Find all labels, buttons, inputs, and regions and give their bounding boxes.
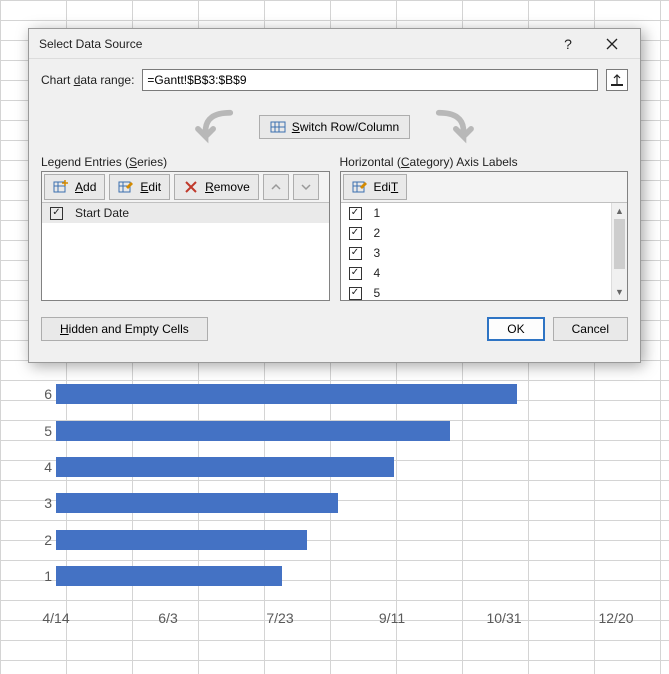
gantt-bar-chart[interactable]: 6 5 4 3 2 1 4/14 6/3 7/23 9/11 10/31 12/20 xyxy=(30,372,634,634)
y-axis-labels: 6 5 4 3 2 1 xyxy=(30,376,52,594)
scroll-down-button[interactable]: ▼ xyxy=(612,284,627,300)
edit-icon xyxy=(118,179,134,195)
chart-bar[interactable] xyxy=(56,457,394,477)
move-up-button[interactable] xyxy=(263,174,289,200)
axis-labels-panel: EdiT ✓1✓2✓3✓4✓5 ▲ ▼ xyxy=(340,171,629,301)
checkbox[interactable]: ✓ xyxy=(349,227,362,240)
edit-icon xyxy=(352,179,368,195)
list-item-label: 5 xyxy=(374,286,381,300)
move-down-button[interactable] xyxy=(293,174,319,200)
arrow-right-icon xyxy=(418,108,488,146)
ok-button[interactable]: OK xyxy=(487,317,544,341)
checkbox[interactable]: ✓ xyxy=(349,247,362,260)
arrow-left-icon xyxy=(181,108,251,146)
chart-data-range-input[interactable] xyxy=(142,69,598,91)
y-tick-label: 6 xyxy=(44,386,52,402)
checkbox[interactable]: ✓ xyxy=(349,267,362,280)
x-tick-label: 9/11 xyxy=(379,610,405,626)
list-item[interactable]: ✓4 xyxy=(341,263,628,283)
edit-axis-labels-button[interactable]: EdiT xyxy=(343,174,408,200)
chevron-down-icon xyxy=(298,179,314,195)
y-tick-label: 1 xyxy=(44,568,52,584)
checkbox[interactable]: ✓ xyxy=(349,287,362,300)
y-tick-label: 4 xyxy=(44,459,52,475)
hidden-empty-cells-button[interactable]: Hidden and Empty Cells xyxy=(41,317,208,341)
scroll-thumb[interactable] xyxy=(614,219,625,269)
y-tick-label: 2 xyxy=(44,532,52,548)
axis-labels-header: Horizontal (Category) Axis Labels xyxy=(340,155,629,169)
switch-row-column-button[interactable]: Switch Row/Column xyxy=(259,115,410,139)
list-item[interactable]: ✓1 xyxy=(341,203,628,223)
chart-data-range-label: Chart data range: xyxy=(41,73,134,87)
chart-bar[interactable] xyxy=(56,566,282,586)
dialog-title: Select Data Source xyxy=(39,37,546,51)
edit-series-button[interactable]: Edit xyxy=(109,174,170,200)
checkbox[interactable]: ✓ xyxy=(349,207,362,220)
switch-icon xyxy=(270,119,286,135)
legend-entries-panel: Add Edit Remove xyxy=(41,171,330,301)
remove-series-button[interactable]: Remove xyxy=(174,174,259,200)
y-tick-label: 3 xyxy=(44,495,52,511)
x-tick-label: 12/20 xyxy=(598,610,633,626)
scrollbar[interactable]: ▲ ▼ xyxy=(611,203,627,300)
list-item[interactable]: ✓3 xyxy=(341,243,628,263)
chevron-up-icon xyxy=(268,179,284,195)
axis-labels-list[interactable]: ✓1✓2✓3✓4✓5 ▲ ▼ xyxy=(341,203,628,300)
chart-plot-area xyxy=(56,376,616,594)
chart-bar[interactable] xyxy=(56,384,517,404)
x-tick-label: 10/31 xyxy=(486,610,521,626)
close-icon xyxy=(604,36,620,52)
x-tick-label: 7/23 xyxy=(266,610,293,626)
switch-label: Switch Row/Column xyxy=(292,120,399,134)
add-series-button[interactable]: Add xyxy=(44,174,105,200)
chart-bar[interactable] xyxy=(56,493,338,513)
list-item-label: 1 xyxy=(374,206,381,220)
list-item-label: 2 xyxy=(374,226,381,240)
legend-entries-header: Legend Entries (Series) xyxy=(41,155,330,169)
select-data-source-dialog: Select Data Source ? Chart data range: S… xyxy=(28,28,641,363)
list-item-label: 3 xyxy=(374,246,381,260)
cancel-button[interactable]: Cancel xyxy=(553,317,628,341)
help-button[interactable]: ? xyxy=(546,30,590,58)
x-tick-label: 6/3 xyxy=(158,610,177,626)
dialog-titlebar[interactable]: Select Data Source ? xyxy=(29,29,640,59)
list-item-label: 4 xyxy=(374,266,381,280)
list-item-label: Start Date xyxy=(75,206,129,220)
legend-series-list[interactable]: ✓ Start Date xyxy=(42,203,329,300)
list-item[interactable]: ✓ Start Date xyxy=(42,203,329,223)
checkbox[interactable]: ✓ xyxy=(50,207,63,220)
close-button[interactable] xyxy=(590,30,634,58)
list-item[interactable]: ✓5 xyxy=(341,283,628,300)
scroll-up-button[interactable]: ▲ xyxy=(612,203,627,219)
x-axis-labels: 4/146/37/239/1110/3112/20 xyxy=(56,606,616,634)
list-item[interactable]: ✓2 xyxy=(341,223,628,243)
collapse-dialog-icon xyxy=(609,72,625,88)
range-picker-button[interactable] xyxy=(606,69,628,91)
remove-icon xyxy=(183,179,199,195)
x-tick-label: 4/14 xyxy=(42,610,69,626)
add-icon xyxy=(53,179,69,195)
chart-bar[interactable] xyxy=(56,530,307,550)
y-tick-label: 5 xyxy=(44,423,52,439)
chart-bar[interactable] xyxy=(56,421,450,441)
